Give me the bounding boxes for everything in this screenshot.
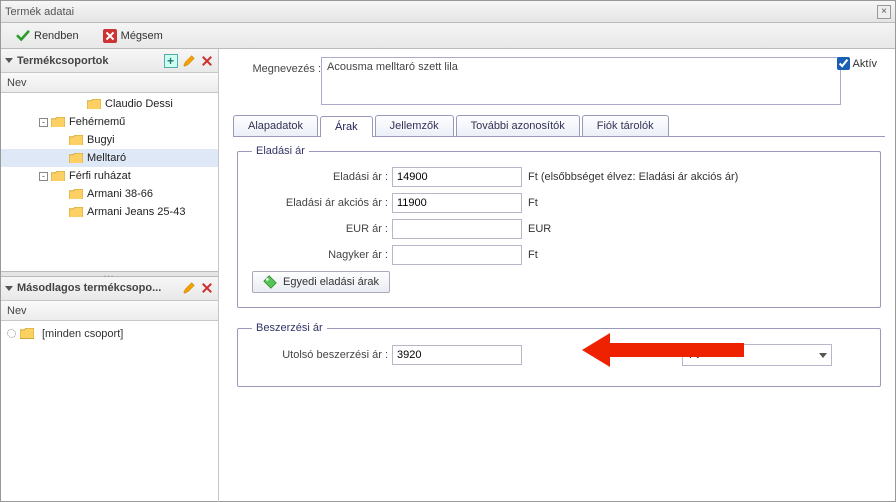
- tree-item[interactable]: Melltaró: [1, 149, 218, 167]
- tree-item-label: Armani Jeans 25-43: [87, 206, 185, 218]
- sale-suffix: Ft: [528, 197, 538, 209]
- folder-icon: [69, 189, 83, 200]
- secondary-tree[interactable]: [minden csoport]: [1, 321, 218, 502]
- name-input[interactable]: [321, 57, 841, 105]
- wholesale-input[interactable]: [392, 245, 522, 265]
- ok-label: Rendben: [34, 30, 79, 42]
- tree-spacer: [57, 190, 66, 199]
- cancel-label: Mégsem: [121, 30, 163, 42]
- folder-icon: [20, 328, 34, 339]
- tree-item-label: [minden csoport]: [42, 328, 123, 340]
- folder-icon: [51, 171, 65, 182]
- currency-value: Ft: [689, 349, 699, 361]
- folder-icon: [51, 117, 65, 128]
- tree-column-header: Nev: [1, 73, 218, 93]
- tab-tovabbi[interactable]: További azonosítók: [456, 115, 580, 136]
- folder-icon: [87, 99, 101, 110]
- eur-label: EUR ár :: [252, 223, 392, 235]
- panel-groups-header: Termékcsoportok: [1, 49, 218, 73]
- collapse-icon[interactable]: -: [39, 118, 48, 127]
- tree-item-label: Claudio Dessi: [105, 98, 173, 110]
- custom-prices-label: Egyedi eladási árak: [283, 276, 379, 288]
- tab-fiok[interactable]: Fiók tárolók: [582, 115, 669, 136]
- legend-sell: Eladási ár: [252, 145, 309, 157]
- panel-groups-title: Termékcsoportok: [17, 55, 109, 67]
- tree-item-all[interactable]: [minden csoport]: [7, 325, 212, 343]
- tab-alapadatok[interactable]: Alapadatok: [233, 115, 318, 136]
- sale-label: Eladási ár akciós ár :: [252, 197, 392, 209]
- name-label: Megnevezés :: [233, 57, 321, 75]
- chevron-down-icon[interactable]: [5, 286, 13, 291]
- last-price-input[interactable]: [392, 345, 522, 365]
- collapse-icon[interactable]: -: [39, 172, 48, 181]
- tree-item[interactable]: Armani Jeans 25-43: [1, 203, 218, 221]
- tab-arak[interactable]: Árak: [320, 116, 373, 137]
- tree-item-label: Armani 38-66: [87, 188, 153, 200]
- tree-item[interactable]: Armani 38-66: [1, 185, 218, 203]
- legend-purchase: Beszerzési ár: [252, 322, 327, 334]
- last-price-label: Utolsó beszerzési ár :: [252, 349, 392, 361]
- ok-button[interactable]: Rendben: [7, 26, 88, 46]
- folder-icon: [69, 135, 83, 146]
- folder-icon: [69, 153, 83, 164]
- toolbar: Rendben Mégsem: [1, 23, 895, 49]
- custom-prices-button[interactable]: Egyedi eladási árak: [252, 271, 390, 293]
- tree-item-label: Fehérnemű: [69, 116, 125, 128]
- fieldset-sell: Eladási ár Eladási ár : Ft (elsőbbséget …: [237, 145, 881, 308]
- chevron-down-icon[interactable]: [5, 58, 13, 63]
- sale-input[interactable]: [392, 193, 522, 213]
- add-icon[interactable]: [164, 54, 178, 68]
- eur-input[interactable]: [392, 219, 522, 239]
- price-label: Eladási ár :: [252, 171, 392, 183]
- tabs: Alapadatok Árak Jellemzők További azonos…: [233, 115, 885, 137]
- tree-item-label: Bugyi: [87, 134, 115, 146]
- check-icon: [16, 29, 30, 43]
- node-icon: [7, 329, 16, 338]
- cancel-icon: [103, 29, 117, 43]
- wholesale-suffix: Ft: [528, 249, 538, 261]
- active-checkbox[interactable]: [837, 57, 850, 70]
- cancel-button[interactable]: Mégsem: [94, 26, 172, 46]
- group-tree[interactable]: Claudio Dessi - Fehérnemű Bugyi Melltaró - Fér…: [1, 93, 218, 271]
- tree-item[interactable]: - Fehérnemű: [1, 113, 218, 131]
- tab-jellemzok[interactable]: Jellemzők: [375, 115, 454, 136]
- fieldset-purchase: Beszerzési ár Utolsó beszerzési ár : Ft: [237, 322, 881, 387]
- close-icon[interactable]: ×: [877, 5, 891, 19]
- tree-item-label: Férfi ruházat: [69, 170, 131, 182]
- tree-item-label: Melltaró: [87, 152, 126, 164]
- tree-item[interactable]: - Férfi ruházat: [1, 167, 218, 185]
- wholesale-label: Nagyker ár :: [252, 249, 392, 261]
- tree-item[interactable]: Claudio Dessi: [1, 95, 218, 113]
- titlebar: Termék adatai ×: [1, 1, 895, 23]
- price-input[interactable]: [392, 167, 522, 187]
- active-checkbox-wrap[interactable]: Aktív: [837, 57, 877, 70]
- split-handle[interactable]: [1, 271, 218, 277]
- eur-suffix: EUR: [528, 223, 551, 235]
- active-label: Aktív: [853, 58, 877, 70]
- tree-item[interactable]: Bugyi: [1, 131, 218, 149]
- currency-select[interactable]: Ft: [682, 344, 832, 366]
- chevron-down-icon: [819, 353, 827, 358]
- tag-icon: [263, 275, 277, 289]
- folder-icon: [69, 207, 83, 218]
- panel-secondary-title: Másodlagos termékcsopo...: [17, 282, 161, 294]
- tree-spacer: [57, 154, 66, 163]
- tree2-column-header: Nev: [1, 301, 218, 321]
- edit-icon[interactable]: [182, 281, 196, 295]
- panel-secondary-header: Másodlagos termékcsopo...: [1, 277, 218, 301]
- delete-icon[interactable]: [200, 54, 214, 68]
- tree-spacer: [57, 208, 66, 217]
- price-suffix: Ft (elsőbbséget élvez: Eladási ár akciós…: [528, 171, 738, 183]
- window-title: Termék adatai: [5, 6, 74, 18]
- edit-icon[interactable]: [182, 54, 196, 68]
- delete-icon[interactable]: [200, 281, 214, 295]
- tree-spacer: [57, 136, 66, 145]
- tree-spacer: [75, 100, 84, 109]
